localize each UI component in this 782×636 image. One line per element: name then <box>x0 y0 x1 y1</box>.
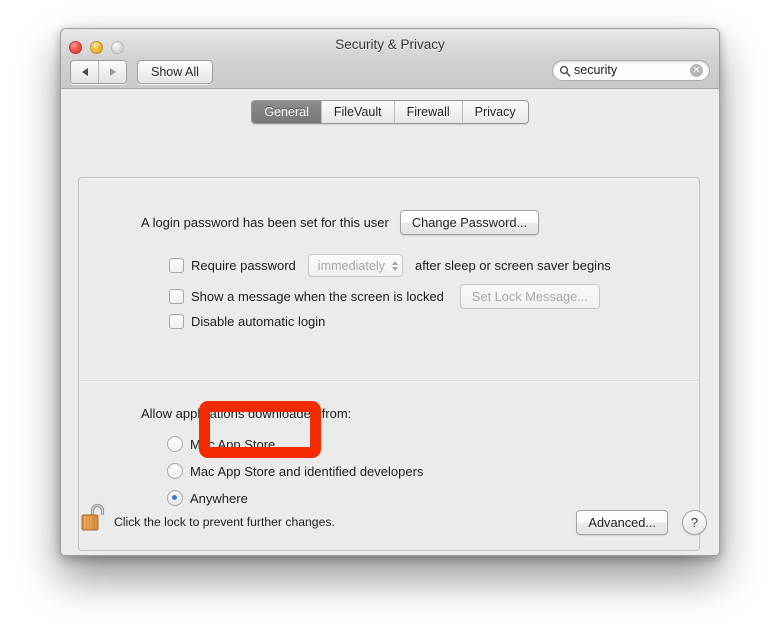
open-padlock-icon[interactable] <box>80 502 110 536</box>
search-input-value[interactable]: security <box>574 64 690 77</box>
require-password-delay-value: immediately <box>317 258 385 273</box>
allow-apps-label: Allow applications downloaded from: <box>141 406 352 421</box>
help-button[interactable]: ? <box>682 510 707 535</box>
window-content: General FileVault Firewall Privacy A log… <box>61 89 719 555</box>
navigation-group: Show All <box>70 60 213 84</box>
section-divider <box>79 380 699 382</box>
require-password-delay-popup[interactable]: immediately <box>307 254 403 277</box>
radio-mac-app-store-button[interactable] <box>167 436 183 452</box>
radio-identified-developers-label: Mac App Store and identified developers <box>190 463 424 479</box>
security-privacy-window: Security & Privacy Show All security ✕ G… <box>60 28 720 556</box>
window-footer: Click the lock to prevent further change… <box>61 494 719 555</box>
require-password-checkbox[interactable] <box>169 258 184 273</box>
disable-automatic-login-label: Disable automatic login <box>191 314 326 329</box>
tab-firewall[interactable]: Firewall <box>393 101 462 123</box>
require-password-label: Require password <box>191 258 296 273</box>
lock-hint-text: Click the lock to prevent further change… <box>114 515 335 529</box>
login-password-status: A login password has been set for this u… <box>141 215 389 230</box>
radio-mac-app-store-label: Mac App Store <box>190 436 276 452</box>
forward-arrow-icon <box>109 68 116 76</box>
back-forward-segmented-control[interactable] <box>70 60 127 84</box>
clear-search-icon[interactable]: ✕ <box>690 64 703 77</box>
show-lock-message-label: Show a message when the screen is locked <box>191 289 444 304</box>
tab-bar: General FileVault Firewall Privacy <box>61 100 719 124</box>
require-password-suffix: after sleep or screen saver begins <box>414 258 611 273</box>
show-lock-message-checkbox[interactable] <box>169 289 184 304</box>
disable-automatic-login-checkbox[interactable] <box>169 314 184 329</box>
forward-button[interactable] <box>98 61 126 83</box>
tab-general[interactable]: General <box>252 101 321 123</box>
login-password-row: A login password has been set for this u… <box>141 210 540 235</box>
lock-message-row: Show a message when the screen is locked… <box>169 284 600 309</box>
disable-auto-login-row: Disable automatic login <box>169 314 325 329</box>
tab-filevault[interactable]: FileVault <box>320 101 394 123</box>
advanced-button[interactable]: Advanced... <box>576 510 668 535</box>
tab-privacy[interactable]: Privacy <box>461 101 528 123</box>
stepper-arrows-icon <box>391 260 398 271</box>
search-field[interactable]: security ✕ <box>552 60 710 81</box>
window-title: Security & Privacy <box>335 37 445 52</box>
radio-mac-app-store[interactable]: Mac App Store <box>167 436 275 452</box>
back-button[interactable] <box>71 61 98 83</box>
set-lock-message-button[interactable]: Set Lock Message... <box>459 284 600 309</box>
require-password-row: Require password immediately after sleep… <box>169 254 611 277</box>
change-password-button[interactable]: Change Password... <box>399 210 540 235</box>
radio-identified-developers-button[interactable] <box>167 463 183 479</box>
show-all-button[interactable]: Show All <box>137 60 213 84</box>
back-arrow-icon <box>81 68 88 76</box>
search-icon <box>559 65 571 77</box>
radio-mac-app-store-and-identified-developers[interactable]: Mac App Store and identified developers <box>167 463 423 479</box>
window-titlebar: Security & Privacy Show All security ✕ <box>61 29 719 89</box>
